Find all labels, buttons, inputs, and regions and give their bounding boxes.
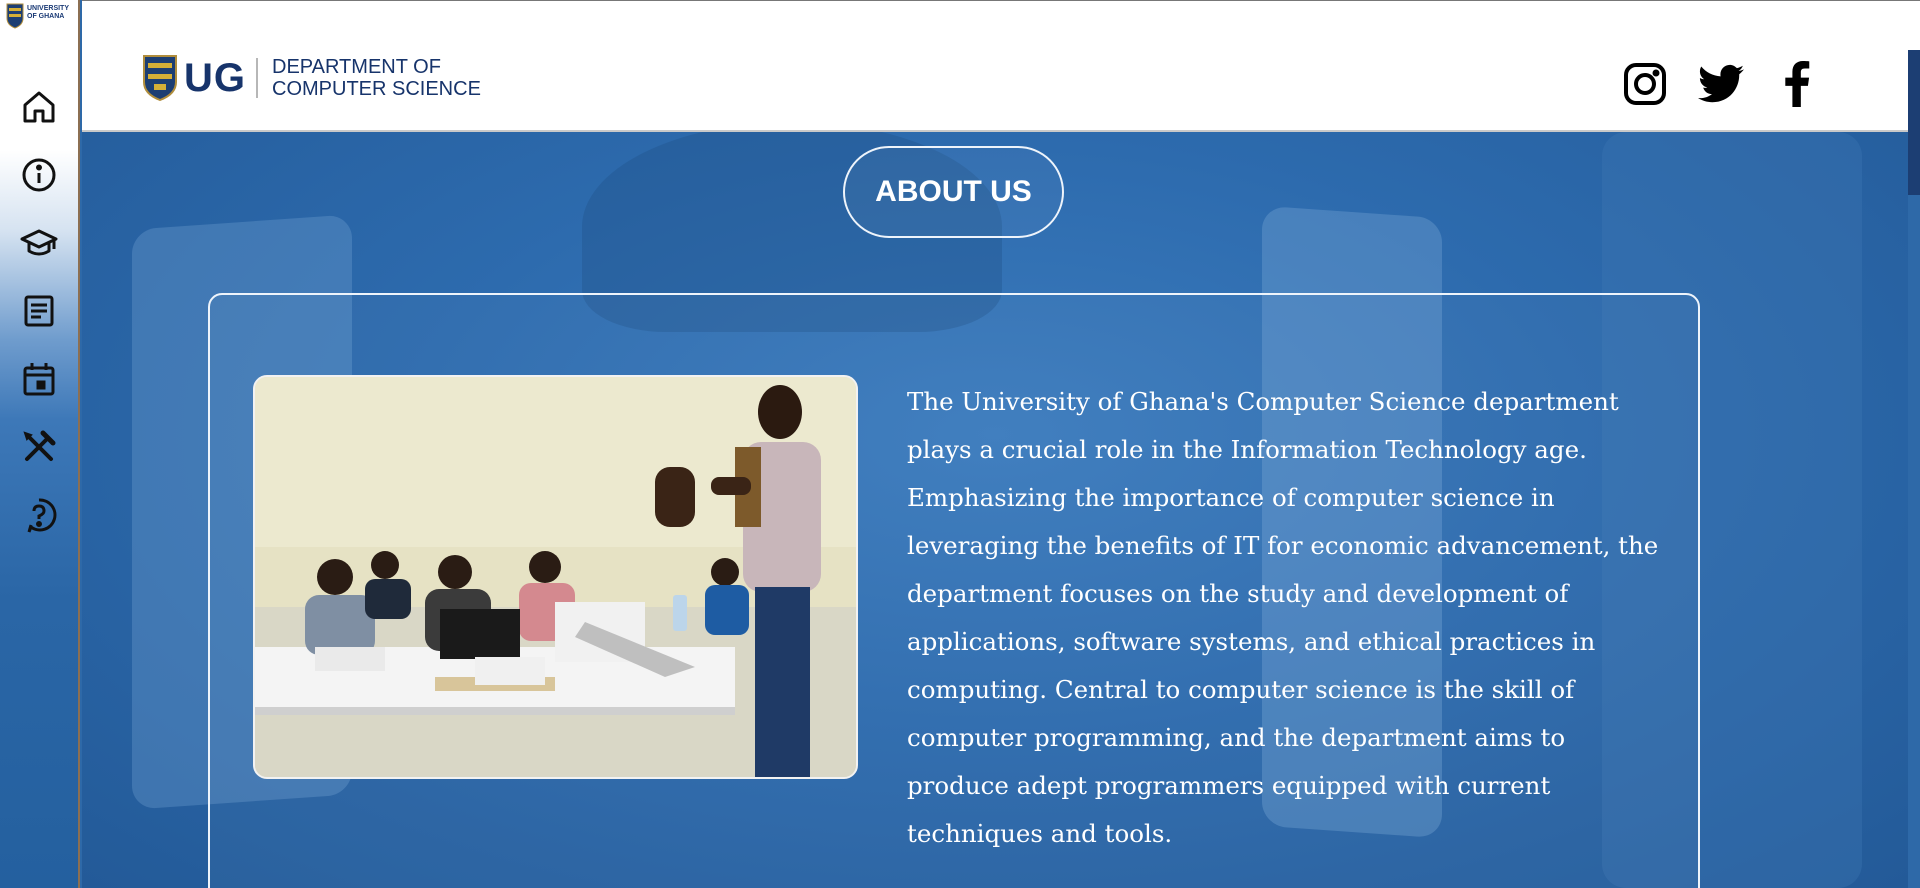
home-icon[interactable] bbox=[18, 86, 60, 128]
site-header: UG DEPARTMENT OF COMPUTER SCIENCE bbox=[82, 0, 1920, 195]
facebook-icon[interactable] bbox=[1774, 61, 1820, 107]
about-us-heading: ABOUT US bbox=[843, 146, 1064, 238]
instagram-icon[interactable] bbox=[1622, 61, 1668, 107]
about-paragraph: The University of Ghana's Computer Scien… bbox=[907, 387, 1659, 848]
document-icon[interactable] bbox=[18, 290, 60, 332]
classroom-illustration bbox=[255, 377, 856, 777]
twitter-icon[interactable] bbox=[1698, 61, 1744, 107]
university-crest-icon bbox=[143, 55, 177, 102]
university-crest-icon bbox=[6, 3, 24, 29]
classroom-photo bbox=[253, 375, 858, 779]
university-logo-text: UNIVERSITY OF GHANA bbox=[27, 5, 70, 20]
sidebar: UNIVERSITY OF GHANA bbox=[0, 0, 80, 888]
brand-divider bbox=[256, 58, 258, 98]
tools-icon[interactable] bbox=[18, 426, 60, 468]
university-logo[interactable]: UNIVERSITY OF GHANA bbox=[6, 3, 72, 37]
info-icon[interactable] bbox=[18, 154, 60, 196]
department-name: DEPARTMENT OF COMPUTER SCIENCE bbox=[272, 56, 481, 100]
scroll-indicator bbox=[1908, 50, 1920, 195]
department-logo[interactable]: UG DEPARTMENT OF COMPUTER SCIENCE bbox=[142, 54, 481, 102]
brand-short: UG bbox=[184, 55, 246, 100]
graduation-cap-icon[interactable] bbox=[18, 222, 60, 264]
calendar-icon[interactable] bbox=[18, 358, 60, 400]
help-icon[interactable] bbox=[18, 494, 60, 536]
social-links bbox=[1622, 61, 1820, 107]
